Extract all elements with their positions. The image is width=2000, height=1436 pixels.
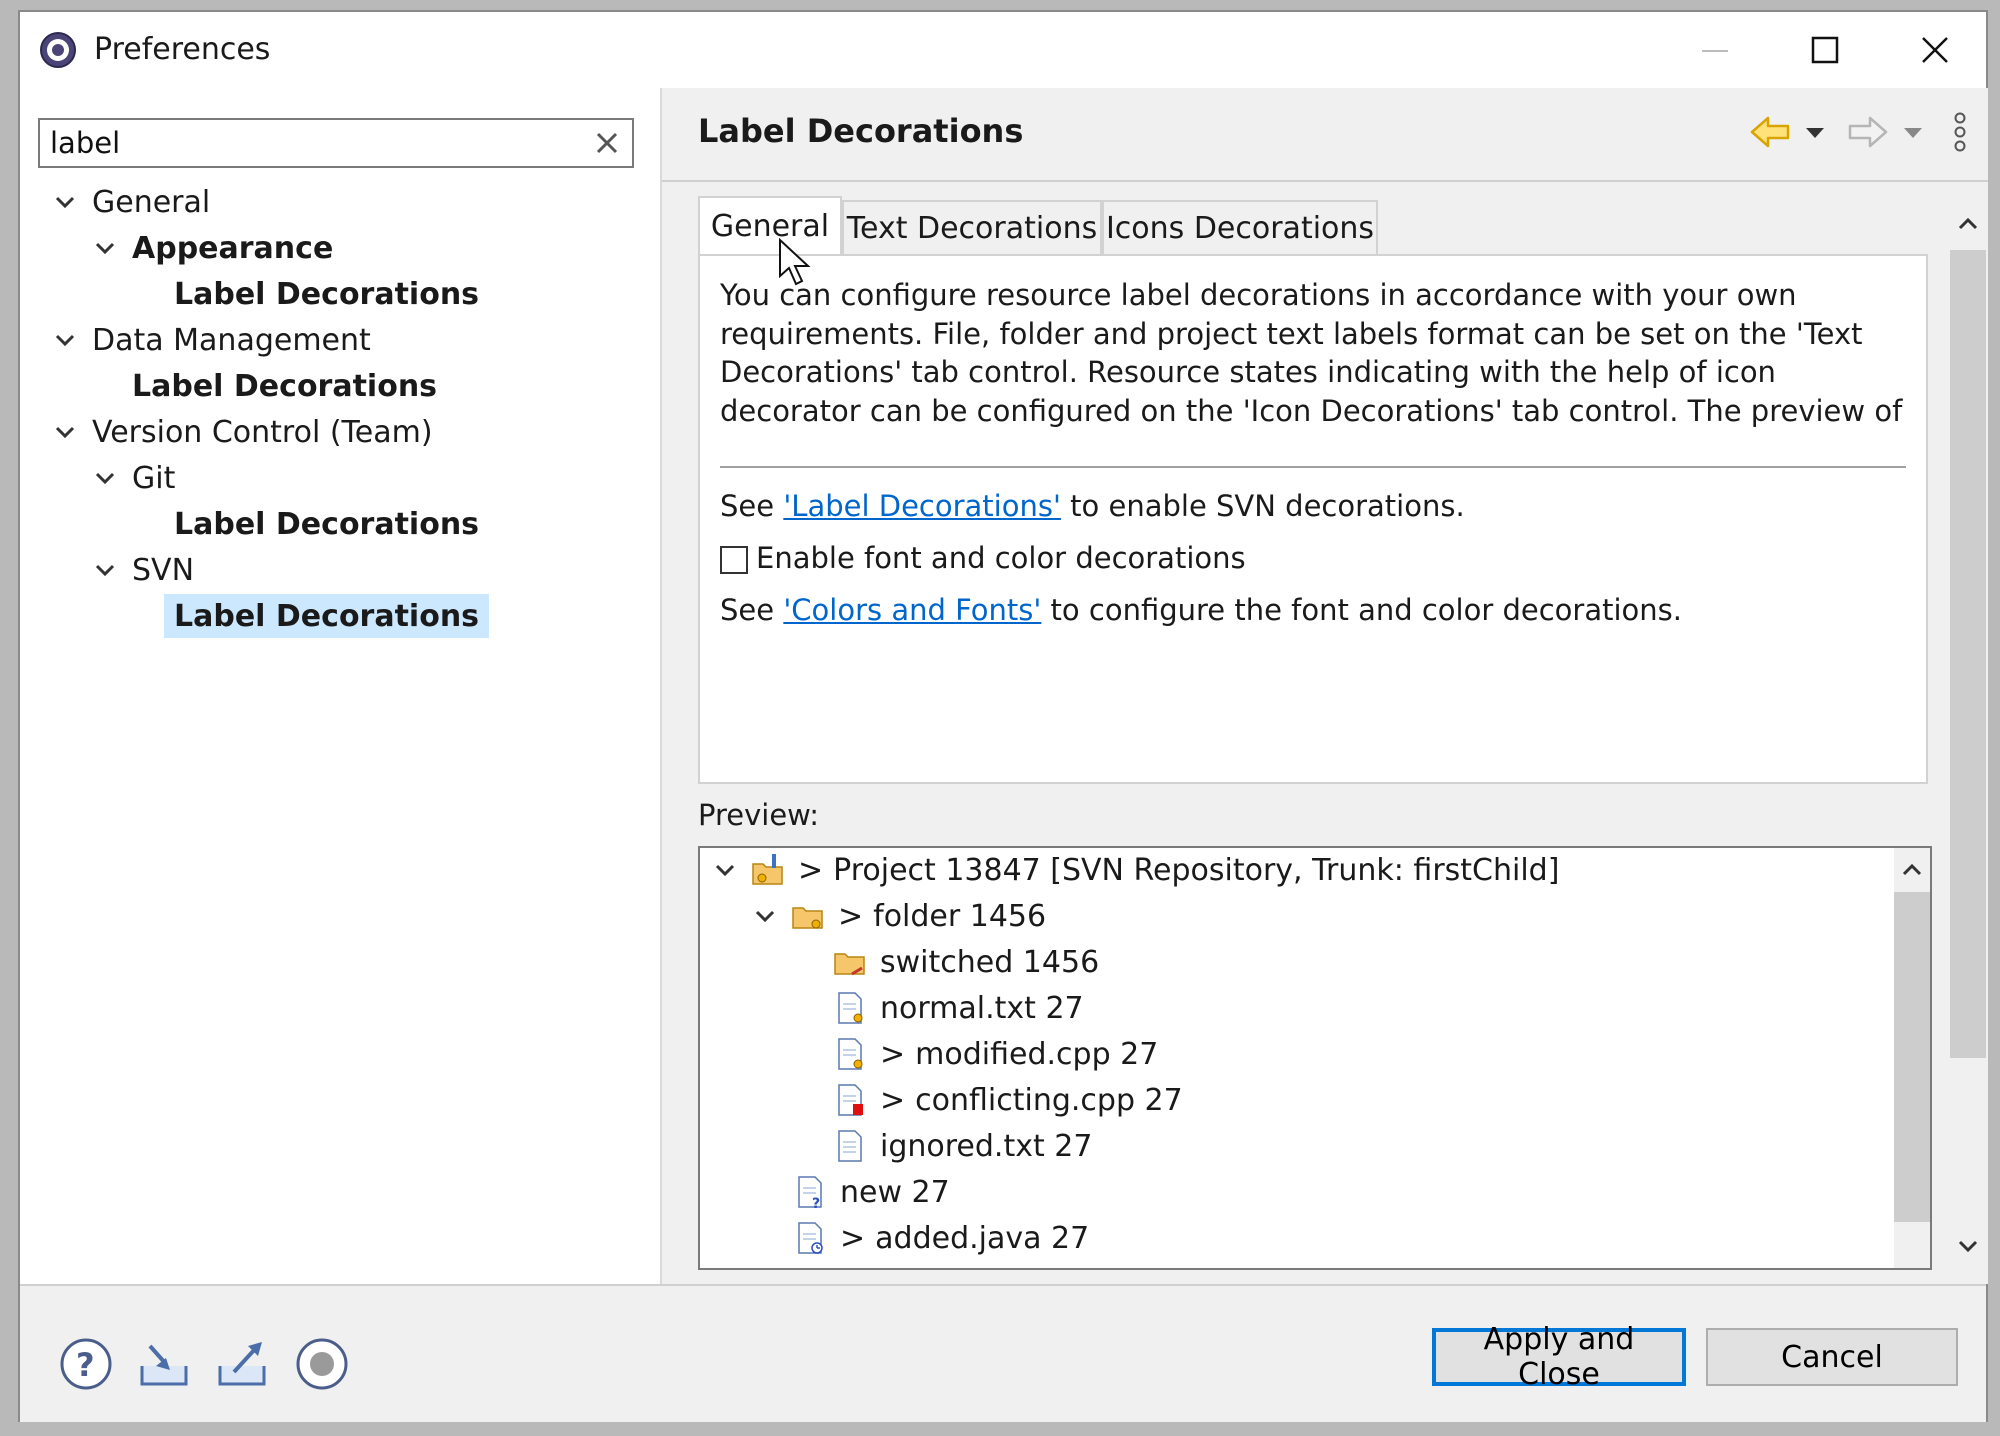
preference-page: Label Decorations General Text Decoratio…	[662, 88, 1988, 1284]
tree-item-appearance[interactable]: Appearance	[90, 226, 333, 270]
tree-item-appearance-label-decorations[interactable]: Label Decorations	[174, 272, 479, 316]
mouse-cursor-icon	[779, 238, 811, 286]
preview-row-switched[interactable]: switched 1456	[832, 940, 1099, 984]
close-button[interactable]	[1880, 18, 1990, 82]
preferences-window: Preferences General Appearanc	[18, 10, 1988, 1422]
export-icon[interactable]	[214, 1336, 270, 1392]
chevron-down-icon[interactable]	[90, 233, 120, 263]
close-icon	[1922, 37, 1948, 63]
maximize-button[interactable]	[1770, 18, 1880, 82]
apply-and-close-button[interactable]: Apply and Close	[1432, 1322, 1686, 1392]
tree-item-git[interactable]: Git	[90, 456, 175, 500]
filter-input[interactable]	[50, 120, 570, 166]
separator	[720, 466, 1906, 468]
filter-search-box	[38, 118, 634, 168]
clear-filter-icon[interactable]	[592, 128, 622, 158]
cancel-button[interactable]: Cancel	[1706, 1328, 1958, 1386]
minimize-icon	[1702, 50, 1728, 52]
tree-item-general[interactable]: General	[50, 180, 210, 224]
project-icon	[752, 854, 783, 885]
chevron-down-icon[interactable]	[90, 463, 120, 493]
maximize-icon	[1811, 36, 1839, 64]
back-history-dropdown-icon[interactable]	[1800, 117, 1830, 147]
page-scrollbar-thumb[interactable]	[1950, 250, 1986, 1058]
preview-row-modified[interactable]: > modified.cpp 27	[832, 1032, 1158, 1076]
label-decorations-link[interactable]: 'Label Decorations'	[783, 489, 1061, 523]
colors-and-fonts-link[interactable]: 'Colors and Fonts'	[783, 593, 1041, 627]
preview-row-normal[interactable]: normal.txt 27	[832, 986, 1084, 1030]
scroll-down-icon[interactable]	[1950, 1228, 1986, 1264]
back-button[interactable]	[1748, 110, 1830, 154]
forward-history-dropdown-icon[interactable]	[1898, 117, 1928, 147]
scroll-up-icon[interactable]	[1894, 852, 1930, 888]
scroll-up-icon[interactable]	[1950, 206, 1986, 242]
more-vertical-icon	[1954, 112, 1966, 152]
svg-text:?: ?	[76, 1346, 95, 1384]
preview-scrollbar-thumb[interactable]	[1894, 892, 1930, 1222]
preview-row-ignored[interactable]: ignored.txt 27	[832, 1124, 1092, 1168]
view-menu-button[interactable]	[1952, 110, 1968, 154]
preferences-navigation-pane: General Appearance Label Decorations Dat…	[20, 88, 660, 1284]
enable-font-color-label[interactable]: Enable font and color decorations	[756, 541, 1246, 575]
back-arrow-icon	[1750, 116, 1790, 148]
preview-row-project[interactable]: > Project 13847 [SVN Repository, Trunk: …	[710, 848, 1559, 892]
ignored-file-icon	[838, 1130, 862, 1162]
preview-row-new[interactable]: ? new 27	[792, 1170, 950, 1214]
modified-file-icon	[838, 1038, 863, 1070]
import-icon[interactable]	[136, 1336, 192, 1392]
conflict-file-icon	[838, 1084, 863, 1116]
minimize-button[interactable]	[1660, 18, 1770, 82]
window-title: Preferences	[94, 32, 271, 67]
tab-icons-decorations[interactable]: Icons Decorations	[1102, 200, 1378, 254]
tab-text-decorations[interactable]: Text Decorations	[842, 200, 1102, 254]
title-bar: Preferences	[20, 12, 1986, 88]
chevron-down-icon[interactable]	[750, 901, 780, 931]
tree-item-svn-label-decorations[interactable]: Label Decorations	[164, 594, 490, 638]
forward-arrow-icon	[1848, 116, 1888, 148]
new-file-icon: ?	[798, 1176, 822, 1210]
enable-decorations-row[interactable]: Enable font and color decorations	[720, 538, 1246, 578]
see-label-decorations-line: See 'Label Decorations' to enable SVN de…	[720, 489, 1465, 523]
chevron-down-icon[interactable]	[50, 187, 80, 217]
preview-row-conflicting[interactable]: > conflicting.cpp 27	[832, 1078, 1183, 1122]
svg-text:?: ?	[812, 1196, 820, 1210]
tree-item-svn[interactable]: SVN	[90, 548, 194, 592]
help-icon[interactable]: ?	[58, 1336, 114, 1392]
switched-folder-icon	[834, 953, 865, 976]
dialog-button-bar: ? Apply and Close Cancel	[20, 1284, 1986, 1422]
tab-general[interactable]: General	[698, 196, 842, 254]
see-colors-fonts-line: See 'Colors and Fonts' to configure the …	[720, 593, 1682, 627]
chevron-down-icon[interactable]	[710, 855, 740, 885]
preview-label: Preview:	[698, 798, 820, 832]
preview-row-added[interactable]: > added.java 27	[792, 1216, 1089, 1260]
preview-tree: > Project 13847 [SVN Repository, Trunk: …	[698, 846, 1932, 1270]
tree-item-data-label-decorations[interactable]: Label Decorations	[132, 364, 437, 408]
chevron-down-icon[interactable]	[90, 555, 120, 585]
general-tab-panel: You can configure resource label decorat…	[698, 254, 1928, 784]
forward-button[interactable]	[1846, 110, 1928, 154]
preview-row-folder[interactable]: > folder 1456	[750, 894, 1046, 938]
enable-font-color-checkbox[interactable]	[720, 546, 748, 574]
record-icon[interactable]	[294, 1336, 350, 1392]
chevron-down-icon[interactable]	[50, 325, 80, 355]
description-text: You can configure resource label decorat…	[720, 278, 1903, 434]
eclipse-gear-icon	[40, 32, 76, 68]
tree-item-version-control[interactable]: Version Control (Team)	[50, 410, 433, 454]
chevron-down-icon[interactable]	[50, 417, 80, 447]
page-title: Label Decorations	[698, 112, 1024, 150]
folder-icon	[792, 907, 823, 929]
added-file-icon	[798, 1222, 823, 1254]
file-icon	[838, 992, 863, 1024]
tree-item-git-label-decorations[interactable]: Label Decorations	[174, 502, 479, 546]
page-header: Label Decorations	[662, 88, 1988, 182]
tree-item-data-management[interactable]: Data Management	[50, 318, 371, 362]
